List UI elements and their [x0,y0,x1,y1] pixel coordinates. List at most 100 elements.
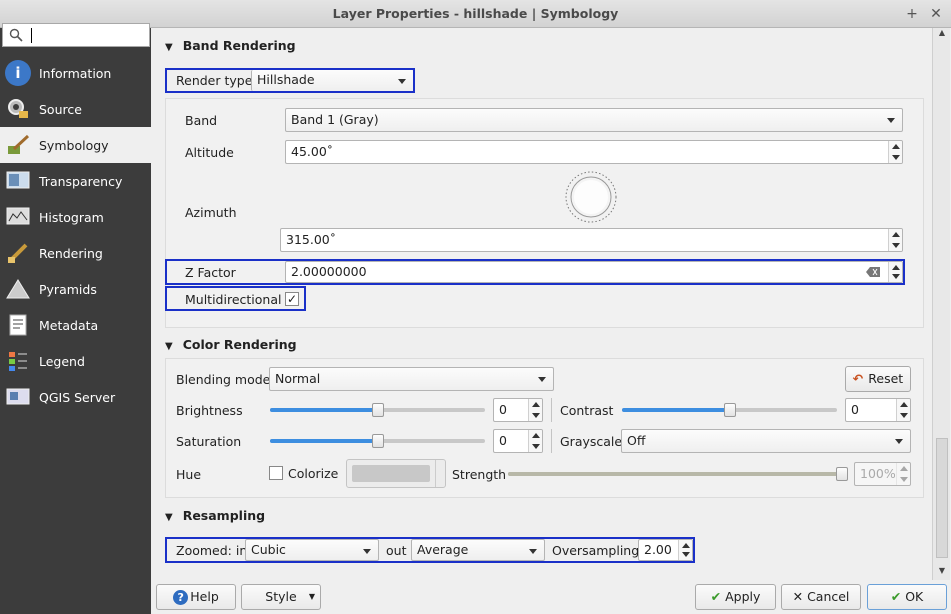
sidebar-item-label: Transparency [39,173,123,189]
brightness-label: Brightness [176,403,243,418]
window-title: Layer Properties - hillshade | Symbology [332,6,619,21]
contrast-slider[interactable] [622,403,837,417]
sidebar-item-qgis-server[interactable]: QGIS Server [0,379,151,415]
collapse-triangle-icon: ▼ [165,42,173,53]
sidebar-item-rendering[interactable]: Rendering [0,235,151,271]
saturation-slider[interactable] [270,434,485,448]
colorize-checkbox[interactable] [269,466,283,480]
reset-button[interactable]: ↶ Reset [845,366,911,392]
source-icon [5,96,31,122]
close-icon[interactable]: ✕ [926,0,946,28]
sidebar: i Information Source Symbology Transpare… [0,23,151,614]
spin-arrows-icon[interactable] [896,463,910,485]
style-label: Style [265,589,297,604]
sidebar-item-label: Source [39,101,82,117]
brightness-value: 0 [499,402,507,417]
sidebar-item-source[interactable]: Source [0,91,151,127]
band-rendering-header[interactable]: ▼ Band Rendering [165,38,296,53]
spin-arrows-icon[interactable] [888,141,902,163]
spin-arrows-icon[interactable] [896,399,910,421]
sidebar-item-information[interactable]: i Information [0,55,151,91]
sidebar-item-label: QGIS Server [39,389,116,405]
style-button[interactable]: Style ▼ [241,584,321,610]
sidebar-item-histogram[interactable]: Histogram [0,199,151,235]
sidebar-item-symbology[interactable]: Symbology [0,127,151,163]
maximize-icon[interactable]: + [902,0,922,28]
color-rendering-header[interactable]: ▼ Color Rendering [165,337,297,352]
contrast-spinbox[interactable]: 0 [845,398,911,422]
help-label: Help [190,589,219,604]
apply-button[interactable]: ✔ Apply [695,584,776,610]
slider-handle[interactable] [372,403,384,417]
sidebar-item-transparency[interactable]: Transparency [0,163,151,199]
chevron-down-icon [435,460,445,487]
spin-arrows-icon[interactable] [678,540,692,560]
sidebar-item-label: Pyramids [39,281,97,297]
search-input[interactable] [2,23,150,47]
brush-icon [5,240,31,266]
contrast-label: Contrast [560,403,614,418]
cancel-button[interactable]: ✕ Cancel [781,584,861,610]
brightness-spinbox[interactable]: 0 [493,398,543,422]
divider [551,398,552,422]
saturation-spinbox[interactable]: 0 [493,429,543,453]
help-button[interactable]: ? Help [156,584,236,610]
sidebar-item-label: Histogram [39,209,104,225]
zoomed-in-combo[interactable]: Cubic [245,539,379,561]
scroll-down-icon[interactable]: ▼ [933,566,951,580]
saturation-value: 0 [499,433,507,448]
spin-arrows-icon[interactable] [528,399,542,421]
band-combo[interactable]: Band 1 (Gray) [285,108,903,132]
section-title: Resampling [182,508,266,523]
sidebar-item-label: Symbology [39,137,109,153]
clear-field-icon[interactable] [866,267,880,277]
azimuth-dial[interactable] [565,171,617,223]
spin-arrows-icon[interactable] [528,430,542,452]
sidebar-item-pyramids[interactable]: Pyramids [0,271,151,307]
blending-mode-label: Blending mode [176,372,271,387]
altitude-value: 45.00˚ [291,144,334,159]
strength-spinbox[interactable]: 100% [854,462,911,486]
azimuth-spinbox[interactable]: 315.00˚ [280,228,903,252]
vertical-scrollbar[interactable]: ▲ ▼ [932,28,950,580]
multidirectional-checkbox[interactable]: ✓ [285,292,299,306]
sidebar-item-metadata[interactable]: Metadata [0,307,151,343]
legend-icon [5,348,31,374]
oversampling-spinbox[interactable]: 2.00 [638,539,693,561]
server-icon [5,384,31,410]
sidebar-item-label: Metadata [39,317,99,333]
checkmark-icon: ✔ [710,589,722,604]
scrollbar-thumb[interactable] [936,438,948,558]
spin-arrows-icon[interactable] [888,262,902,282]
reset-label: Reset [868,371,904,386]
resampling-header[interactable]: ▼ Resampling [165,508,265,523]
close-icon: ✕ [792,589,804,604]
brightness-slider[interactable] [270,403,485,417]
ok-button[interactable]: ✔ OK [867,584,947,610]
slider-handle[interactable] [372,434,384,448]
render-type-combo[interactable]: Hillshade [251,70,413,91]
z-factor-spinbox[interactable]: 2.00000000 [285,261,903,283]
grayscale-combo[interactable]: Off [621,429,911,453]
blending-mode-combo[interactable]: Normal [269,367,554,391]
scroll-up-icon[interactable]: ▲ [933,28,951,42]
slider-handle[interactable] [836,467,848,481]
strength-value: 100% [860,466,896,481]
color-picker-button[interactable] [346,459,446,488]
strength-slider[interactable] [508,467,848,481]
sidebar-item-legend[interactable]: Legend [0,343,151,379]
collapse-triangle-icon: ▼ [165,512,173,523]
oversampling-label: Oversampling [552,543,640,558]
apply-label: Apply [725,589,761,604]
dropdown-arrow-icon: ▼ [308,592,315,601]
hue-label: Hue [176,467,202,482]
azimuth-label: Azimuth [185,205,237,220]
altitude-spinbox[interactable]: 45.00˚ [285,140,903,164]
section-title: Band Rendering [182,38,296,53]
slider-handle[interactable] [724,403,736,417]
search-icon [9,28,23,42]
zoomed-out-combo[interactable]: Average [411,539,545,561]
metadata-icon [5,312,31,338]
azimuth-value: 315.00˚ [286,232,336,247]
spin-arrows-icon[interactable] [888,229,902,251]
